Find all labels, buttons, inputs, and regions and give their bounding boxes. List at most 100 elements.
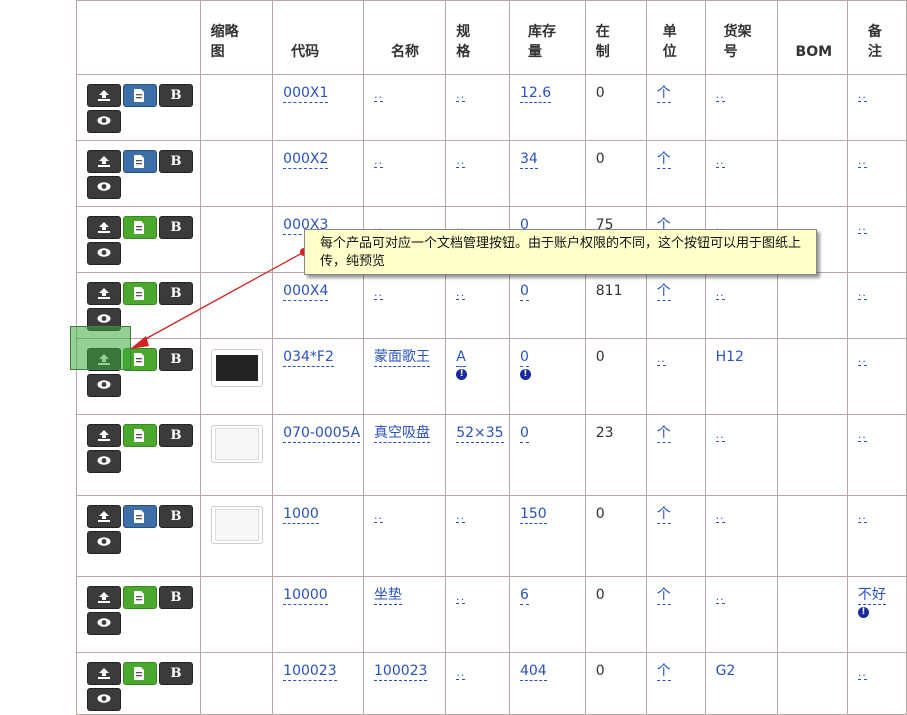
document-button[interactable] xyxy=(123,424,157,447)
remark-edit-link[interactable]: .. xyxy=(857,510,867,523)
col-header-in-production[interactable]: 在制 xyxy=(584,0,647,75)
document-button[interactable] xyxy=(123,662,157,685)
preview-button[interactable] xyxy=(87,374,121,397)
code-edit-link[interactable]: 000X2 xyxy=(283,151,329,169)
upload-button[interactable] xyxy=(87,662,121,685)
bom-button[interactable]: B xyxy=(159,150,193,173)
upload-button[interactable] xyxy=(87,505,121,528)
remark-edit-link[interactable]: 不好 xyxy=(857,587,886,605)
thumbnail-image[interactable] xyxy=(210,506,263,544)
spec-edit-link[interactable]: .. xyxy=(456,667,466,680)
spec-edit-link[interactable]: 52×35 xyxy=(456,425,504,443)
code-edit-link[interactable]: 10000 xyxy=(283,587,328,605)
upload-button[interactable] xyxy=(87,586,121,609)
shelf-edit-link[interactable]: .. xyxy=(715,287,725,300)
upload-button[interactable] xyxy=(87,150,121,173)
stock-edit-link[interactable]: 0 xyxy=(519,425,529,443)
name-edit-link[interactable]: 100023 xyxy=(374,663,428,681)
remark-edit-link[interactable]: .. xyxy=(857,287,867,300)
col-header-spec[interactable]: 规格 xyxy=(445,0,510,75)
spec-edit-link[interactable]: A xyxy=(456,349,466,367)
bom-button[interactable]: B xyxy=(159,662,193,685)
unit-edit-link[interactable]: 个 xyxy=(656,663,671,681)
shelf-edit-link[interactable]: G2 xyxy=(716,663,736,680)
upload-button[interactable] xyxy=(87,424,121,447)
thumbnail-image[interactable] xyxy=(210,425,263,463)
unit-edit-link[interactable]: .. xyxy=(656,353,666,366)
code-edit-link[interactable]: 1000 xyxy=(283,506,319,524)
unit-edit-link[interactable]: 个 xyxy=(656,283,671,301)
bom-button[interactable]: B xyxy=(159,216,193,239)
col-header-remark[interactable]: 备注 xyxy=(846,0,907,75)
col-header-name[interactable]: 名称 xyxy=(362,0,447,75)
bom-button[interactable]: B xyxy=(159,348,193,371)
document-button[interactable] xyxy=(123,150,157,173)
preview-button[interactable] xyxy=(87,688,121,711)
unit-edit-link[interactable]: 个 xyxy=(656,506,671,524)
col-header-stock[interactable]: 库存量 xyxy=(508,0,586,75)
col-header-unit[interactable]: 单位 xyxy=(645,0,706,75)
warning-icon[interactable]: ! xyxy=(519,369,531,380)
unit-edit-link[interactable]: 个 xyxy=(656,151,671,169)
warning-icon[interactable]: ! xyxy=(857,607,869,618)
remark-edit-link[interactable]: .. xyxy=(857,667,867,680)
stock-edit-link[interactable]: 0 xyxy=(519,349,529,367)
preview-button[interactable] xyxy=(87,176,121,199)
upload-button[interactable] xyxy=(87,84,121,107)
shelf-edit-link[interactable]: .. xyxy=(715,591,725,604)
upload-button[interactable] xyxy=(87,216,121,239)
code-edit-link[interactable]: 034*F2 xyxy=(283,349,334,367)
document-button[interactable] xyxy=(123,84,157,107)
spec-edit-link[interactable]: .. xyxy=(456,89,466,102)
document-button[interactable] xyxy=(123,282,157,305)
code-edit-link[interactable]: 000X4 xyxy=(283,283,329,301)
shelf-edit-link[interactable]: .. xyxy=(715,429,725,442)
preview-button[interactable] xyxy=(87,450,121,473)
name-edit-link[interactable]: 坐垫 xyxy=(374,587,402,605)
col-header-code[interactable]: 代码 xyxy=(272,0,364,75)
bom-button[interactable]: B xyxy=(159,505,193,528)
remark-edit-link[interactable]: .. xyxy=(857,155,867,168)
bom-button[interactable]: B xyxy=(159,282,193,305)
bom-button[interactable]: B xyxy=(159,424,193,447)
shelf-edit-link[interactable]: H12 xyxy=(716,349,744,366)
preview-button[interactable] xyxy=(87,612,121,635)
spec-edit-link[interactable]: .. xyxy=(456,591,466,604)
stock-edit-link[interactable]: 12.6 xyxy=(519,85,552,103)
remark-edit-link[interactable]: .. xyxy=(857,353,867,366)
name-edit-link[interactable]: .. xyxy=(374,155,383,168)
stock-edit-link[interactable]: 0 xyxy=(519,283,529,301)
name-edit-link[interactable]: 真空吸盘 xyxy=(374,425,430,443)
remark-edit-link[interactable]: .. xyxy=(857,221,867,234)
preview-button[interactable] xyxy=(87,531,121,554)
stock-edit-link[interactable]: 404 xyxy=(519,663,547,681)
bom-button[interactable]: B xyxy=(159,84,193,107)
code-edit-link[interactable]: 100023 xyxy=(283,663,337,681)
remark-edit-link[interactable]: .. xyxy=(857,89,867,102)
name-edit-link[interactable]: .. xyxy=(374,287,383,300)
document-button[interactable] xyxy=(123,216,157,239)
document-button[interactable] xyxy=(123,505,157,528)
remark-edit-link[interactable]: .. xyxy=(857,429,867,442)
warning-icon[interactable]: ! xyxy=(456,369,468,380)
name-edit-link[interactable]: 蒙面歌王 xyxy=(374,349,430,367)
col-header-shelf[interactable]: 货架号 xyxy=(704,0,778,75)
unit-edit-link[interactable]: 个 xyxy=(656,587,671,605)
shelf-edit-link[interactable]: .. xyxy=(715,155,725,168)
shelf-edit-link[interactable]: .. xyxy=(715,89,725,102)
spec-edit-link[interactable]: .. xyxy=(456,287,466,300)
thumbnail-image[interactable] xyxy=(210,349,263,387)
spec-edit-link[interactable]: .. xyxy=(456,510,466,523)
upload-button[interactable] xyxy=(87,282,121,305)
unit-edit-link[interactable]: 个 xyxy=(656,85,671,103)
code-edit-link[interactable]: 070-0005A xyxy=(283,425,361,443)
document-button[interactable] xyxy=(123,586,157,609)
spec-edit-link[interactable]: .. xyxy=(456,155,466,168)
preview-button[interactable] xyxy=(87,242,121,265)
code-edit-link[interactable]: 000X1 xyxy=(283,85,329,103)
preview-button[interactable] xyxy=(87,110,121,133)
name-edit-link[interactable]: .. xyxy=(374,510,383,523)
stock-edit-link[interactable]: 150 xyxy=(519,506,547,524)
bom-button[interactable]: B xyxy=(159,586,193,609)
name-edit-link[interactable]: .. xyxy=(374,89,383,102)
